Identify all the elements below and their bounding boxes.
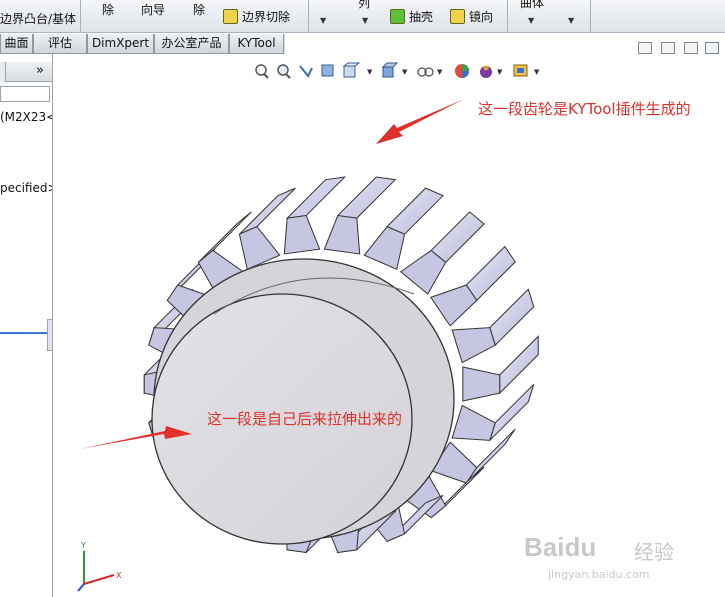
panel-divider[interactable] xyxy=(0,332,52,334)
shell-icon xyxy=(390,9,405,24)
ribbon-separator xyxy=(590,0,591,33)
panel-collapse-handle[interactable] xyxy=(47,319,52,351)
middle-arrow xyxy=(80,426,192,449)
boundary-cut-icon xyxy=(223,9,238,24)
tile-window-icon[interactable] xyxy=(661,42,675,54)
tree-item-unspecified[interactable]: pecified> xyxy=(0,181,52,195)
mirror-icon xyxy=(450,9,465,24)
shell-button[interactable]: 抽壳 xyxy=(390,8,433,25)
restore-window-icon[interactable] xyxy=(638,42,652,54)
maximize-window-icon[interactable] xyxy=(684,42,698,54)
mirror-button[interactable]: 镜向 xyxy=(450,8,493,25)
tab-dimxpert[interactable]: DimXpert xyxy=(87,34,154,54)
ribbon-separator xyxy=(507,0,508,33)
dropdown-arrow-icon[interactable]: ▼ xyxy=(528,16,534,25)
expand-panel-icon[interactable]: » xyxy=(36,63,44,78)
annotation-extruded-part: 这一段是自己后来拉伸出来的 xyxy=(207,410,403,428)
watermark-url: jingyan.baidu.com xyxy=(548,568,650,581)
shell-label: 抽壳 xyxy=(409,10,434,24)
tab-evaluate[interactable]: 评估 xyxy=(33,34,87,54)
svg-text:Y: Y xyxy=(80,541,86,550)
tab-office-products[interactable]: 办公室产品 xyxy=(154,34,229,54)
annotation-kytool-gear: 这一段齿轮是KYTool插件生成的 xyxy=(478,100,691,118)
wizard-button[interactable]: 向导 xyxy=(141,1,165,18)
curves-button[interactable]: 曲体 xyxy=(520,0,544,11)
tab-kytool[interactable]: KYTool xyxy=(229,34,284,54)
top-arrow xyxy=(376,99,464,144)
remove-button-1[interactable]: 除 xyxy=(102,1,114,18)
coordinate-triad: Y X xyxy=(77,541,122,592)
remove-button-2[interactable]: 除 xyxy=(193,1,205,18)
dropdown-arrow-icon[interactable]: ▼ xyxy=(568,16,574,25)
ribbon-separator xyxy=(308,0,309,33)
ribbon: 边界凸台/基体 除 向导 除 边界切除 列 ▼ ▼ 抽壳 镜向 曲体 ▼ ▼ xyxy=(0,0,725,33)
command-manager-tabs: 曲面 评估 DimXpert 办公室产品 KYTool xyxy=(0,34,285,54)
graphics-viewport[interactable]: ▼ ▼ ▼ ▼ ▼ 这一段齿轮是KYTool插件生成的 这一段是自己后来拉伸出来… xyxy=(54,42,725,597)
tree-item-material[interactable]: (M2X23< xyxy=(0,110,52,124)
boundary-boss-button[interactable]: 边界凸台/基体 xyxy=(0,10,76,27)
pattern-button[interactable]: 列 xyxy=(358,0,370,11)
feature-manager-panel: » (M2X23< pecified> xyxy=(0,54,53,597)
filter-input[interactable] xyxy=(0,86,50,102)
tab-surfaces[interactable]: 曲面 xyxy=(0,34,33,54)
boundary-cut-label: 边界切除 xyxy=(242,10,291,24)
boundary-cut-button[interactable]: 边界切除 xyxy=(223,8,290,25)
panel-tab[interactable] xyxy=(0,62,6,82)
baidu-watermark: Baidu 经验 jingyan.baidu.com xyxy=(524,532,724,592)
watermark-brand: Baidu xyxy=(524,532,597,562)
close-window-icon[interactable] xyxy=(705,42,719,54)
dropdown-arrow-icon[interactable]: ▼ xyxy=(362,16,368,25)
mirror-label: 镜向 xyxy=(469,10,494,24)
svg-text:X: X xyxy=(116,571,122,580)
dropdown-arrow-icon[interactable]: ▼ xyxy=(320,16,326,25)
annotation-arrows xyxy=(80,99,464,449)
ribbon-separator xyxy=(80,0,81,33)
panel-header: » xyxy=(0,62,52,82)
watermark-subtitle: 经验 xyxy=(634,540,674,564)
